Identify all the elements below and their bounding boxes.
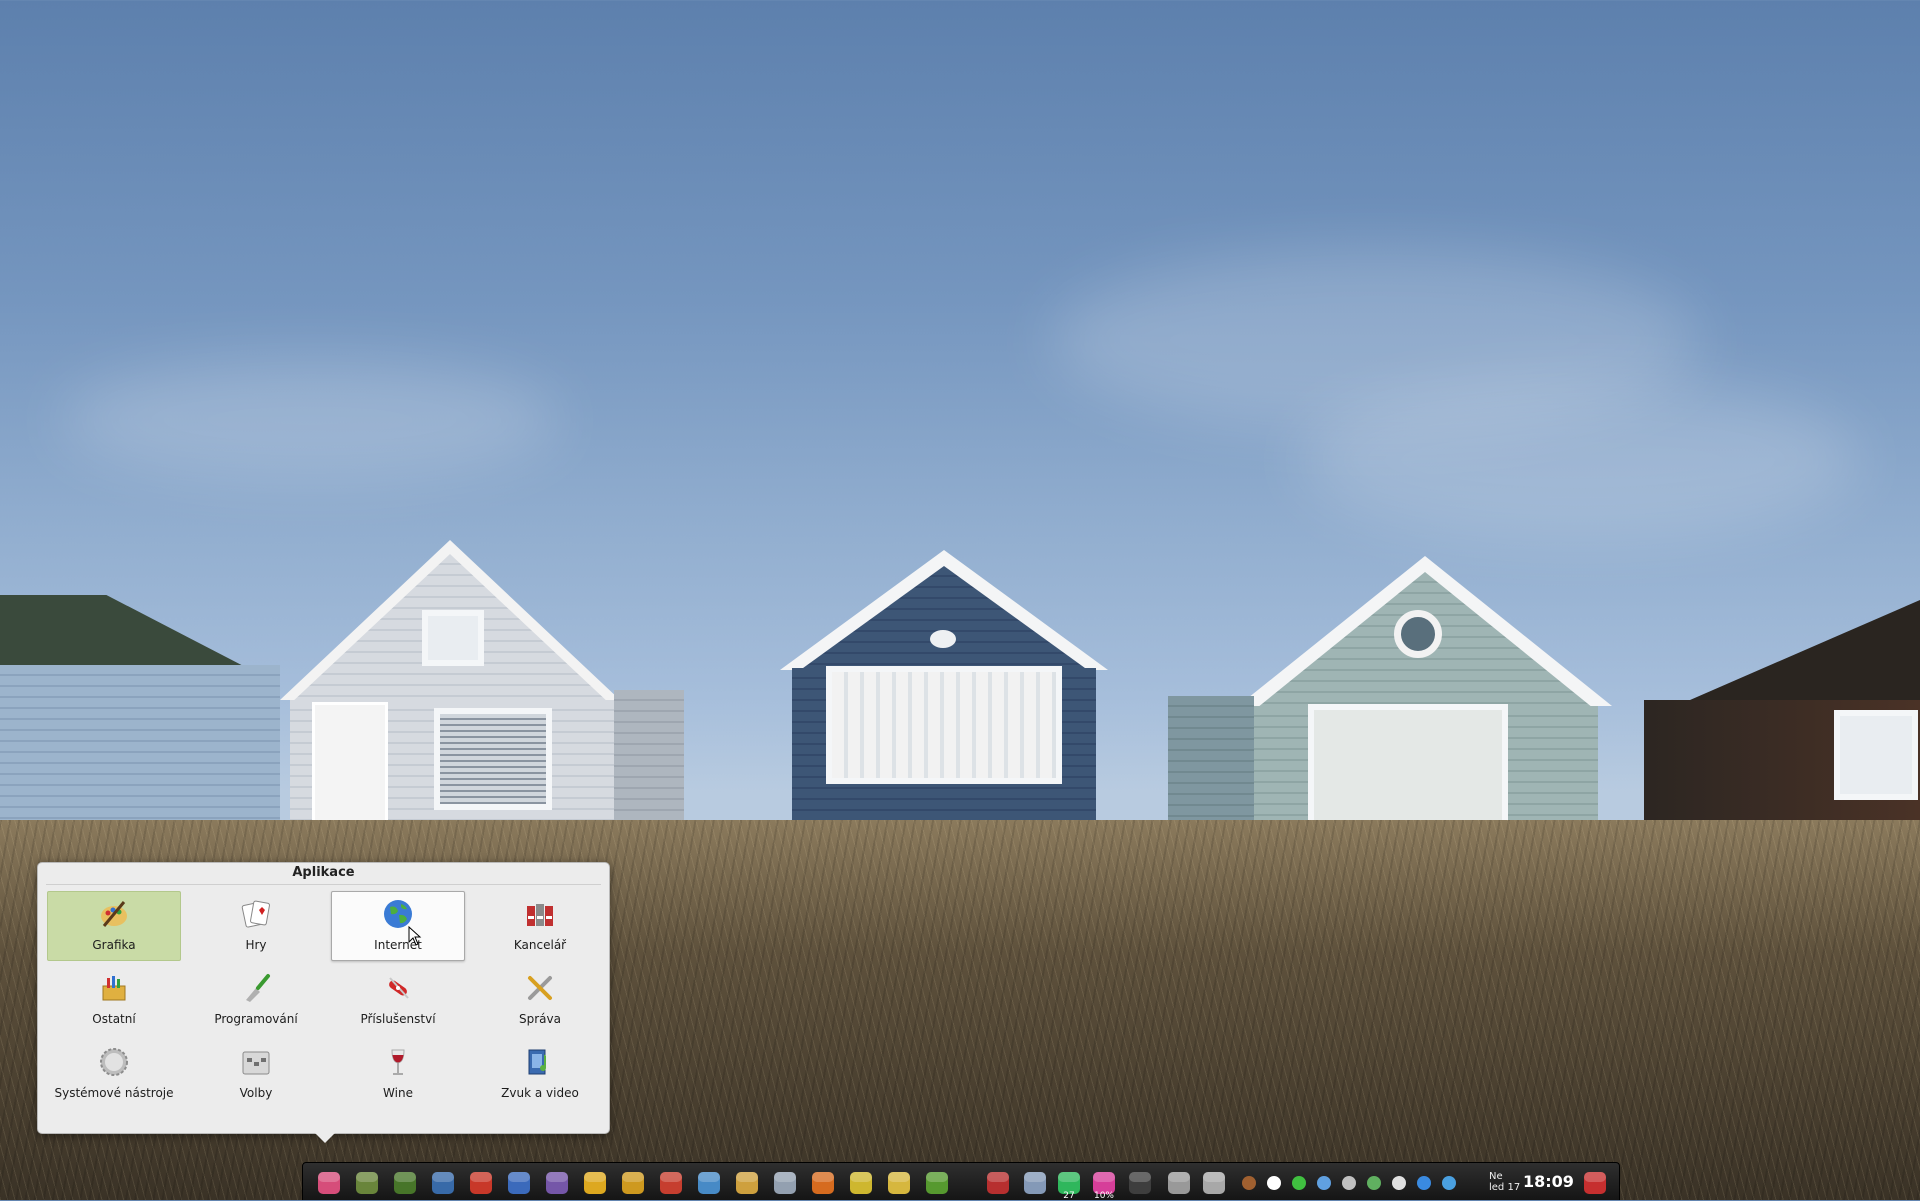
update-icon[interactable] [1440, 1174, 1458, 1192]
bottom-dock: 27 10% Ne led 17 18:09 [302, 1162, 1620, 1201]
programming-icon [240, 972, 272, 1004]
gnome-foot-icon[interactable] [1240, 1174, 1258, 1192]
trash-icon[interactable] [1200, 1169, 1228, 1197]
category-graphics[interactable]: Grafika [47, 891, 181, 961]
applications-menu-icon[interactable] [315, 1169, 343, 1197]
category-sound-video[interactable]: Zvuk a video [473, 1039, 607, 1109]
clipboard-icon[interactable] [1390, 1174, 1408, 1192]
preferences-icon [240, 1046, 272, 1078]
chrome-icon[interactable] [581, 1169, 609, 1197]
category-label: Wine [383, 1086, 413, 1100]
keyboard-flag-icon[interactable] [984, 1169, 1012, 1197]
category-label: Hry [245, 938, 267, 952]
category-accessories[interactable]: Příslušenství [331, 965, 465, 1035]
weather-icon[interactable] [1021, 1169, 1049, 1197]
category-games[interactable]: Hry [189, 891, 323, 961]
category-system-tools[interactable]: Systémové nástroje [47, 1039, 181, 1109]
category-label: Ostatní [92, 1012, 136, 1026]
accessories-icon [382, 972, 414, 1004]
screenshot-icon[interactable] [1365, 1174, 1383, 1192]
cpu-gauge-icon[interactable]: 27 [1055, 1169, 1083, 1201]
logout-icon[interactable] [1581, 1169, 1609, 1197]
beach-hut-left [0, 555, 280, 855]
office-icon [524, 898, 556, 930]
graphics-icon [98, 898, 130, 930]
music-icon[interactable] [847, 1169, 875, 1197]
category-office[interactable]: Kancelář [473, 891, 607, 961]
file-manager-icon[interactable] [353, 1169, 381, 1197]
note-icon[interactable] [695, 1169, 723, 1197]
category-label: Internet [374, 938, 422, 952]
system-monitor-icon[interactable] [391, 1169, 419, 1197]
category-label: Programování [214, 1012, 298, 1026]
wifi-icon[interactable] [1290, 1174, 1308, 1192]
category-administration[interactable]: Správa [473, 965, 607, 1035]
mail-icon[interactable] [771, 1169, 799, 1197]
clock-date: Ne led 17 [1489, 1171, 1520, 1193]
software-center-icon[interactable] [923, 1169, 951, 1197]
category-preferences[interactable]: Volby [189, 1039, 323, 1109]
menu-title: Aplikace [292, 865, 355, 880]
category-label: Kancelář [513, 938, 567, 952]
category-wine[interactable]: Wine [331, 1039, 465, 1109]
category-label: Správa [519, 1012, 561, 1026]
menu-pointer-arrow [315, 1133, 335, 1143]
applications-menu: Aplikace Grafika Hry Internet Kancelář O… [37, 862, 610, 1143]
burner-icon[interactable] [809, 1169, 837, 1197]
clock-day-name: Ne [1489, 1171, 1503, 1182]
notification-icon[interactable] [1265, 1174, 1283, 1192]
menu-separator [46, 884, 601, 885]
category-label: Zvuk a video [501, 1086, 579, 1100]
archive-icon[interactable] [619, 1169, 647, 1197]
browser-icon[interactable] [429, 1169, 457, 1197]
picasa-icon[interactable] [657, 1169, 685, 1197]
category-programming[interactable]: Programování [189, 965, 323, 1035]
games-icon [240, 898, 272, 930]
gmail-icon[interactable] [467, 1169, 495, 1197]
category-label: Grafika [92, 938, 136, 952]
clock-time: 18:09 [1523, 1172, 1574, 1191]
chat-icon[interactable] [543, 1169, 571, 1197]
category-label: Volby [239, 1086, 273, 1100]
package-icon[interactable] [733, 1169, 761, 1197]
clock-day-date: led 17 [1489, 1182, 1521, 1193]
volume-icon[interactable] [1340, 1174, 1358, 1192]
cooking-icon[interactable] [885, 1169, 913, 1197]
category-internet[interactable]: Internet [331, 891, 465, 961]
administration-icon [524, 972, 556, 1004]
terminal-icon[interactable] [1126, 1169, 1154, 1197]
category-label: Příslušenství [360, 1012, 436, 1026]
dropbox-icon[interactable] [1415, 1174, 1433, 1192]
category-other[interactable]: Ostatní [47, 965, 181, 1035]
network-bars-icon[interactable] [1315, 1174, 1333, 1192]
cpu-graph-icon[interactable]: 10% [1090, 1169, 1118, 1201]
other-icon [98, 972, 130, 1004]
sound-video-icon [524, 1046, 556, 1078]
category-label: Systémové nástroje [54, 1086, 174, 1100]
wine-glass-icon [382, 1046, 414, 1078]
usb-drive-icon[interactable] [1165, 1169, 1193, 1197]
mouse-pointer-icon [408, 926, 422, 946]
download-icon[interactable] [505, 1169, 533, 1197]
system-tools-icon [98, 1046, 130, 1078]
